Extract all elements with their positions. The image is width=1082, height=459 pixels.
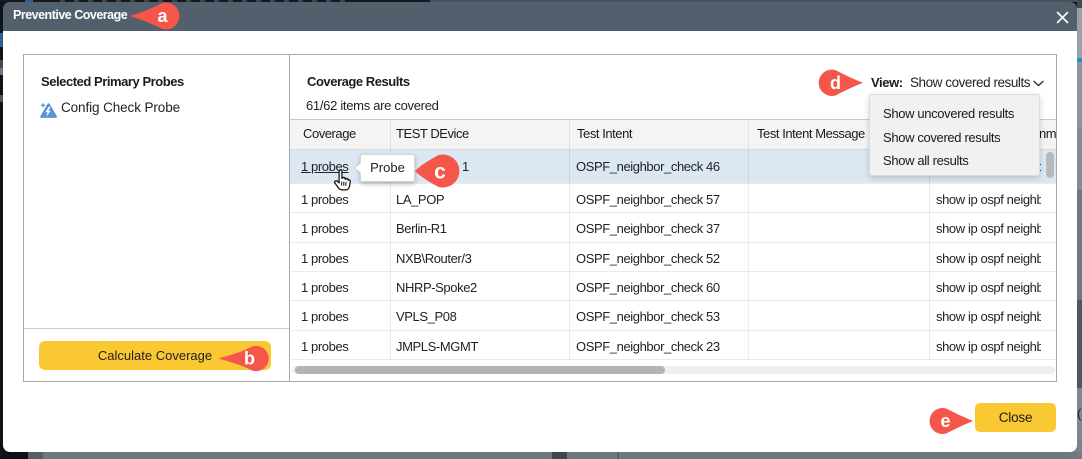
svg-text:a: a (157, 6, 168, 26)
svg-text:e: e (940, 411, 950, 431)
svg-text:c: c (434, 161, 446, 184)
svg-text:b: b (244, 349, 255, 369)
svg-text:d: d (830, 73, 841, 93)
